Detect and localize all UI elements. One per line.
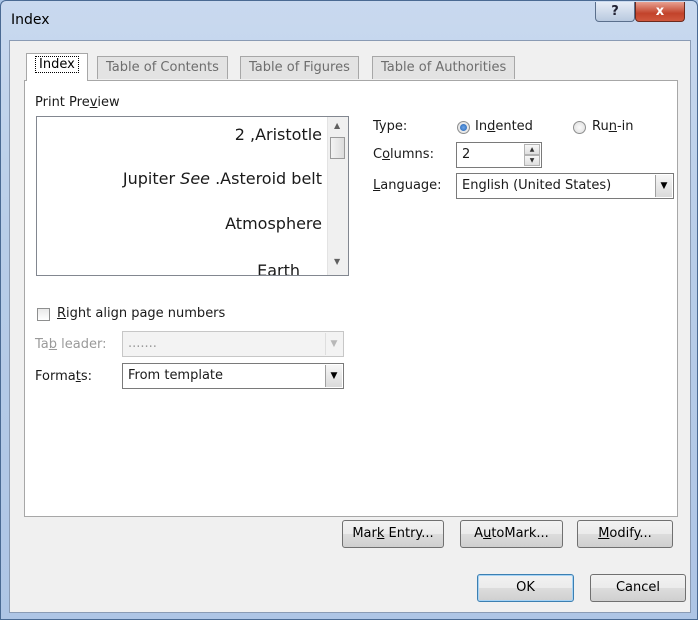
print-preview-label: Print Preview	[35, 95, 120, 110]
automark-button[interactable]: AutoMark...	[460, 520, 563, 548]
scroll-thumb[interactable]	[330, 137, 345, 159]
scroll-up-icon[interactable]: ▲	[334, 121, 340, 130]
columns-stepper[interactable]: 2 ▲ ▼	[456, 142, 542, 168]
help-icon: ?	[611, 4, 619, 19]
formats-value: From template	[128, 368, 224, 383]
ok-button[interactable]: OK	[477, 574, 574, 602]
preview-line: 2 ,Aristotle	[234, 125, 322, 144]
indented-label[interactable]: Indented	[475, 119, 533, 134]
title-bar[interactable]: Index ? x	[1, 1, 697, 39]
tab-label: Table of Authorities	[381, 60, 507, 75]
preview-line: Earth	[257, 261, 300, 276]
chevron-down-icon: ▼	[325, 333, 342, 355]
tab-label: Table of Figures	[249, 60, 350, 75]
columns-label: Columns:	[373, 147, 434, 162]
help-button[interactable]: ?	[595, 2, 635, 22]
language-value: English (United States)	[462, 178, 612, 193]
mark-entry-button[interactable]: Mark Entry...	[342, 520, 444, 548]
chevron-down-icon[interactable]: ▼	[655, 175, 672, 197]
run-in-radio[interactable]	[573, 121, 586, 134]
type-label: Type:	[373, 119, 408, 134]
index-dialog: Index ? x Index Table of Contents Table …	[0, 0, 698, 620]
dialog-body: Index Table of Contents Table of Figures…	[9, 40, 691, 613]
columns-value: 2	[462, 147, 471, 162]
tab-leader-label: Tab leader:	[35, 337, 107, 352]
tab-label: Index	[35, 56, 79, 73]
preview-line: Atmosphere	[225, 214, 322, 233]
formats-select[interactable]: From template ▼	[122, 363, 344, 389]
right-align-checkbox[interactable]	[37, 308, 50, 321]
dialog-title: Index	[11, 12, 50, 28]
tab-table-of-contents[interactable]: Table of Contents	[97, 56, 228, 79]
cancel-button[interactable]: Cancel	[590, 574, 686, 602]
spin-up-icon[interactable]: ▲	[524, 144, 540, 155]
tab-label: Table of Contents	[106, 60, 219, 75]
print-preview: 2 ,Aristotle Jupiter See .Asteroid belt …	[36, 116, 349, 276]
language-select[interactable]: English (United States) ▼	[456, 173, 674, 199]
modify-button[interactable]: Modify...	[577, 520, 673, 548]
close-button[interactable]: x	[635, 2, 685, 22]
language-label: Language:	[373, 178, 442, 193]
tab-index[interactable]: Index	[26, 53, 88, 81]
chevron-down-icon[interactable]: ▼	[325, 365, 342, 387]
tab-table-of-figures[interactable]: Table of Figures	[240, 56, 359, 79]
tab-leader-value: .......	[128, 336, 157, 351]
close-icon: x	[655, 4, 665, 19]
tab-leader-select[interactable]: ....... ▼	[122, 331, 344, 357]
tab-table-of-authorities[interactable]: Table of Authorities	[372, 56, 516, 79]
scroll-down-icon[interactable]: ▼	[334, 257, 340, 266]
preview-scrollbar[interactable]: ▲ ▼	[327, 117, 348, 275]
run-in-label[interactable]: Run-in	[592, 119, 634, 134]
preview-line: Jupiter See .Asteroid belt	[122, 169, 322, 188]
right-align-label[interactable]: Right align page numbers	[57, 306, 225, 321]
formats-label: Formats:	[35, 369, 92, 384]
spin-down-icon[interactable]: ▼	[524, 155, 540, 166]
indented-radio[interactable]	[457, 121, 470, 134]
